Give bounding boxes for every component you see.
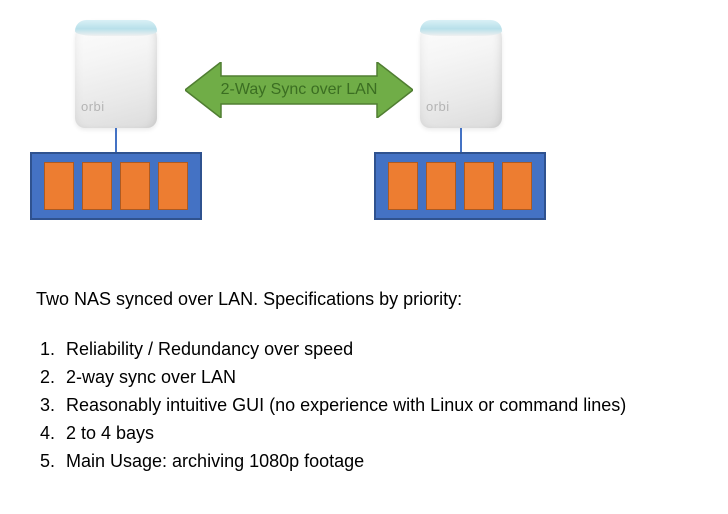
arrow-icon: [185, 62, 413, 118]
spec-item: Reasonably intuitive GUI (no experience …: [60, 392, 696, 418]
drive-bay: [44, 162, 74, 210]
spec-item: Reliability / Redundancy over speed: [60, 336, 696, 362]
drive-bay: [388, 162, 418, 210]
diagram-area: orbi orbi 2-Way Sync over LAN: [0, 0, 728, 245]
drive-bay: [502, 162, 532, 210]
spec-item: 2 to 4 bays: [60, 420, 696, 446]
drive-bay: [158, 162, 188, 210]
router-top-light: [75, 20, 157, 36]
text-section: Two NAS synced over LAN. Specifications …: [36, 286, 696, 477]
router-device-left: orbi: [75, 20, 157, 128]
connector-line-right: [460, 128, 462, 152]
spec-item: 2-way sync over LAN: [60, 364, 696, 390]
spec-list: Reliability / Redundancy over speed 2-wa…: [36, 336, 696, 474]
connector-line-left: [115, 128, 117, 152]
spec-heading: Two NAS synced over LAN. Specifications …: [36, 286, 696, 312]
two-way-arrow: 2-Way Sync over LAN: [185, 62, 413, 118]
drive-bay: [426, 162, 456, 210]
router-brand-label: orbi: [426, 99, 450, 114]
drive-bay: [464, 162, 494, 210]
nas-enclosure-left: [30, 152, 202, 220]
nas-enclosure-right: [374, 152, 546, 220]
drive-bay: [82, 162, 112, 210]
drive-bay: [120, 162, 150, 210]
router-top-light: [420, 20, 502, 36]
router-brand-label: orbi: [81, 99, 105, 114]
spec-item: Main Usage: archiving 1080p footage: [60, 448, 696, 474]
router-device-right: orbi: [420, 20, 502, 128]
